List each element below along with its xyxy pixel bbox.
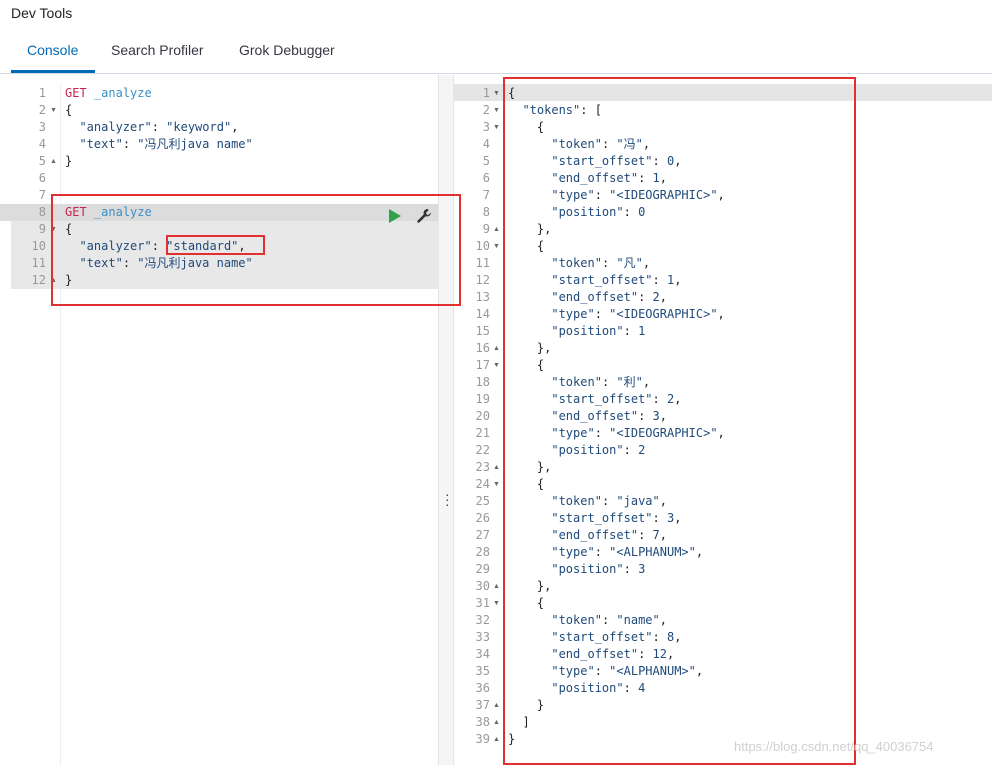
tab-search-profiler[interactable]: Search Profiler <box>111 42 204 58</box>
response-line-number: 38 <box>475 715 490 729</box>
request-line-number: 1 <box>38 86 46 100</box>
response-line-number: 37 <box>475 698 490 712</box>
watermark: https://blog.csdn.net/qq_40036754 <box>734 739 934 754</box>
active-tab-indicator <box>11 70 95 73</box>
response-line-number: 36 <box>475 681 490 695</box>
request-line-number: 2 <box>38 103 46 117</box>
response-line-number: 25 <box>475 494 490 508</box>
request-editor[interactable] <box>0 84 438 765</box>
response-line-number: 19 <box>475 392 490 406</box>
response-line-number: 33 <box>475 630 490 644</box>
request-line-number: 3 <box>38 120 46 134</box>
response-line-number: 34 <box>475 647 490 661</box>
request-line-number: 5 <box>38 154 46 168</box>
tab-console[interactable]: Console <box>27 42 78 58</box>
request-line-number: 8 <box>38 205 46 219</box>
fold-toggle-icon[interactable]: ▼ <box>493 119 500 136</box>
response-line-number: 18 <box>475 375 490 389</box>
request-line-number: 10 <box>31 239 46 253</box>
fold-toggle-icon[interactable]: ▲ <box>493 731 500 748</box>
vertical-dots-icon[interactable]: · · · <box>445 487 450 511</box>
fold-toggle-icon[interactable]: ▲ <box>50 153 57 170</box>
fold-toggle-icon[interactable]: ▼ <box>50 102 57 119</box>
response-line-number: 17 <box>475 358 490 372</box>
response-line-number: 32 <box>475 613 490 627</box>
tab-grok-debugger[interactable]: Grok Debugger <box>239 42 335 58</box>
response-line-number: 22 <box>475 443 490 457</box>
fold-toggle-icon[interactable]: ▼ <box>493 476 500 493</box>
pane-resizer[interactable] <box>438 75 454 765</box>
response-line-number: 3 <box>482 120 490 134</box>
response-line-number: 14 <box>475 307 490 321</box>
request-line-number: 7 <box>38 188 46 202</box>
response-line-number: 2 <box>482 103 490 117</box>
fold-toggle-icon[interactable]: ▲ <box>493 697 500 714</box>
response-line-number: 5 <box>482 154 490 168</box>
response-line-number: 39 <box>475 732 490 746</box>
annotation-box-standard <box>166 235 265 255</box>
response-line-number: 6 <box>482 171 490 185</box>
fold-toggle-icon[interactable]: ▲ <box>493 340 500 357</box>
response-line-number: 35 <box>475 664 490 678</box>
response-line-number: 30 <box>475 579 490 593</box>
response-line-number: 24 <box>475 477 490 491</box>
response-line-number: 16 <box>475 341 490 355</box>
response-line-number: 31 <box>475 596 490 610</box>
response-line-number: 29 <box>475 562 490 576</box>
fold-toggle-icon[interactable]: ▼ <box>493 102 500 119</box>
fold-toggle-icon[interactable]: ▲ <box>493 221 500 238</box>
tab-bar: Console Search Profiler Grok Debugger <box>0 36 992 74</box>
response-line-number: 27 <box>475 528 490 542</box>
request1-open-brace[interactable]: { <box>65 102 72 119</box>
fold-toggle-icon[interactable]: ▲ <box>493 459 500 476</box>
app-title: Dev Tools <box>11 5 73 21</box>
fold-toggle-icon[interactable]: ▲ <box>493 714 500 731</box>
request1-request-line[interactable]: GET _analyze <box>65 85 152 102</box>
response-line-number: 21 <box>475 426 490 440</box>
request1-close-brace[interactable]: } <box>65 153 72 170</box>
request-line-number: 4 <box>38 137 46 151</box>
response-line-number: 26 <box>475 511 490 525</box>
request-line-number: 11 <box>31 256 46 270</box>
request-line-number: 9 <box>38 222 46 236</box>
response-line-number: 23 <box>475 460 490 474</box>
request1-analyzer-line[interactable]: "analyzer": "keyword", <box>65 119 238 136</box>
response-line-number: 1 <box>482 86 490 100</box>
request1-text-line[interactable]: "text": "冯凡利java name" <box>65 136 252 153</box>
fold-toggle-icon[interactable]: ▼ <box>493 238 500 255</box>
response-line-number: 4 <box>482 137 490 151</box>
annotation-box-response <box>503 77 856 765</box>
fold-toggle-icon[interactable]: ▼ <box>493 85 500 102</box>
fold-toggle-icon[interactable]: ▼ <box>493 357 500 374</box>
request-line-number: 12 <box>31 273 46 287</box>
request-line-number: 6 <box>38 171 46 185</box>
fold-toggle-icon[interactable]: ▼ <box>493 595 500 612</box>
response-line-number: 15 <box>475 324 490 338</box>
response-line-number: 28 <box>475 545 490 559</box>
fold-toggle-icon[interactable]: ▲ <box>493 578 500 595</box>
response-line-number: 20 <box>475 409 490 423</box>
